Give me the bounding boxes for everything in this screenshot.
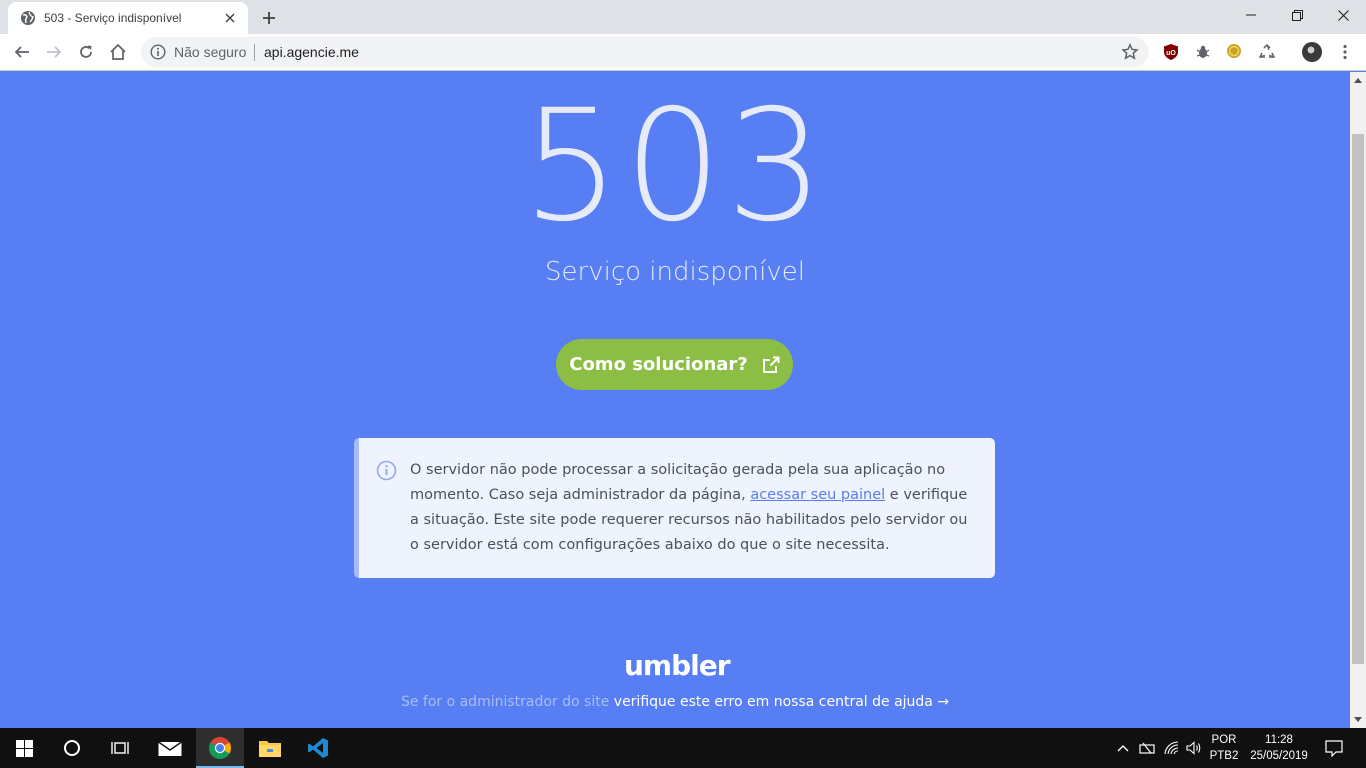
close-icon[interactable] xyxy=(222,10,238,26)
browser-tab[interactable]: 503 - Serviço indisponível xyxy=(8,2,248,34)
language-code: POR xyxy=(1211,734,1237,746)
omnibox[interactable]: Não seguro api.agencie.me xyxy=(141,37,1149,67)
recycle-icon[interactable] xyxy=(1257,42,1277,62)
info-box: O servidor não pode processar a solicita… xyxy=(354,438,995,578)
external-link-icon xyxy=(762,356,780,373)
ublock-icon[interactable]: uO xyxy=(1161,42,1181,62)
restore-icon[interactable] xyxy=(1274,0,1320,30)
info-icon[interactable] xyxy=(150,44,166,60)
panel-link[interactable]: acessar seu painel xyxy=(750,487,885,503)
close-window-icon[interactable] xyxy=(1320,0,1366,30)
info-circle-icon xyxy=(376,460,397,481)
task-view-icon[interactable] xyxy=(96,728,144,768)
page-scrollbar[interactable] xyxy=(1350,72,1366,728)
back-icon[interactable] xyxy=(8,38,36,66)
cortana-icon[interactable] xyxy=(48,728,96,768)
coin-icon[interactable] xyxy=(1224,42,1244,62)
omnibox-separator xyxy=(254,44,255,61)
tab-title: 503 - Serviço indisponível xyxy=(44,11,182,25)
scroll-down-icon[interactable] xyxy=(1350,711,1366,728)
star-icon[interactable] xyxy=(1121,43,1139,61)
how-to-fix-button[interactable]: Como solucionar? xyxy=(556,339,793,390)
plus-icon[interactable] xyxy=(258,7,280,29)
windows-icon[interactable] xyxy=(0,728,48,768)
globe-icon xyxy=(21,11,35,25)
clock[interactable]: 11:28 25/05/2019 xyxy=(1246,732,1312,764)
status-text: Serviço indisponível xyxy=(545,257,805,287)
input-language[interactable]: POR PTB2 xyxy=(1206,732,1242,764)
help-center-link[interactable]: verifique este erro em nossa central de … xyxy=(614,694,949,710)
status-code: 503 xyxy=(522,77,828,256)
file-explorer-icon[interactable] xyxy=(246,728,294,768)
keyboard-layout: PTB2 xyxy=(1209,750,1239,762)
volume-icon[interactable] xyxy=(1186,740,1202,756)
mail-icon[interactable] xyxy=(146,728,194,768)
how-to-fix-label: Como solucionar? xyxy=(569,354,748,375)
forward-icon[interactable] xyxy=(40,38,68,66)
keyboard-icon[interactable] xyxy=(1139,740,1155,756)
chrome-icon[interactable] xyxy=(196,728,244,768)
svg-text:uO: uO xyxy=(1166,50,1176,57)
scroll-up-icon[interactable] xyxy=(1350,72,1366,89)
notification-icon[interactable] xyxy=(1324,738,1344,758)
home-icon[interactable] xyxy=(104,38,132,66)
minimize-icon[interactable] xyxy=(1228,0,1274,30)
windows-taskbar: POR PTB2 11:28 25/05/2019 xyxy=(0,728,1366,768)
logo-wordmark: umbler xyxy=(624,649,731,682)
footer-help: Se for o administrador do site verifique… xyxy=(0,694,1350,710)
chevron-up-icon[interactable] xyxy=(1115,740,1131,756)
reload-icon[interactable] xyxy=(72,38,100,66)
wifi-icon[interactable] xyxy=(1164,740,1180,756)
menu-icon[interactable] xyxy=(1335,42,1355,62)
umbler-logo[interactable]: umbler xyxy=(624,649,731,682)
url-text[interactable]: api.agencie.me xyxy=(264,44,359,60)
profile-avatar[interactable] xyxy=(1302,42,1322,62)
browser-toolbar: Não seguro api.agencie.me uO 325 xyxy=(0,34,1366,100)
scrollbar-thumb[interactable] xyxy=(1352,134,1364,664)
error-page: 503 Serviço indisponível Como solucionar… xyxy=(0,72,1350,728)
bug-icon[interactable] xyxy=(1193,42,1213,62)
security-status[interactable]: Não seguro xyxy=(174,44,246,60)
info-message: O servidor não pode processar a solicita… xyxy=(410,458,970,558)
tab-strip: 503 - Serviço indisponível xyxy=(0,0,1366,34)
vscode-icon[interactable] xyxy=(294,728,342,768)
clock-time: 11:28 xyxy=(1265,734,1293,746)
clock-date: 25/05/2019 xyxy=(1250,750,1308,762)
footer-muted-text: Se for o administrador do site xyxy=(400,694,614,710)
